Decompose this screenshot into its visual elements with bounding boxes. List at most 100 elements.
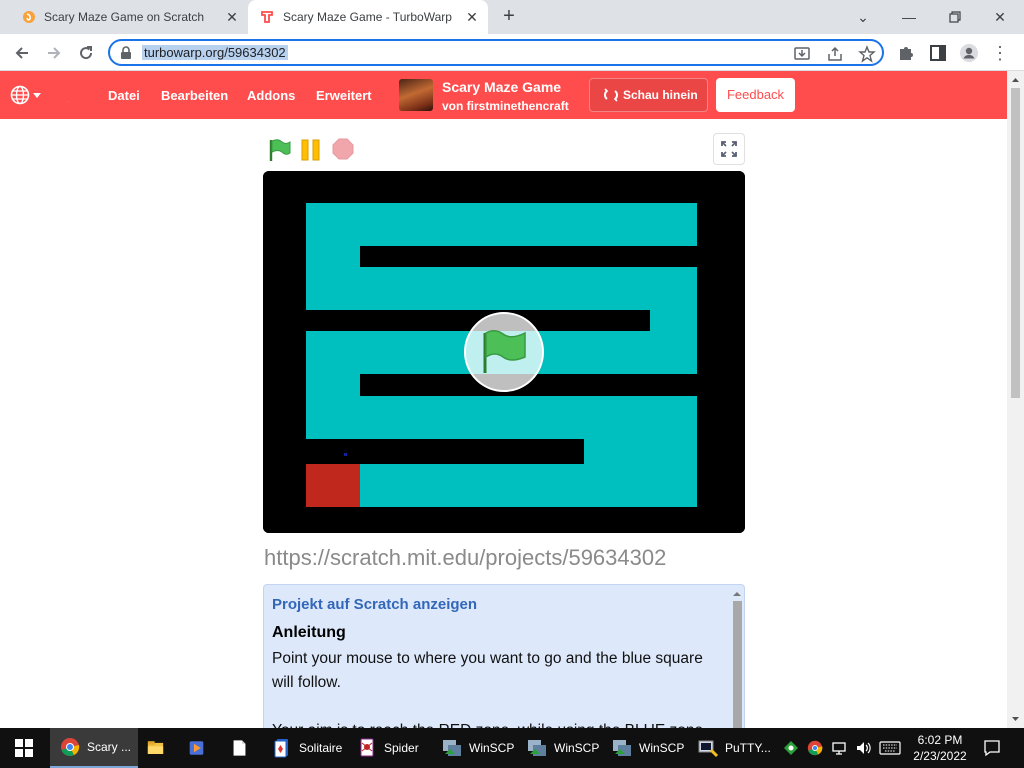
profile-avatar-icon[interactable]: [959, 43, 979, 63]
clock-date: 2/23/2022: [913, 749, 967, 763]
browser-menu-icon[interactable]: ⋮: [990, 43, 1010, 63]
scroll-up-icon[interactable]: [1007, 73, 1024, 87]
taskbar-label: PuTTY...: [725, 741, 771, 755]
tab-search-icon[interactable]: ⌄: [852, 6, 874, 28]
windows-start-icon[interactable]: [15, 739, 33, 757]
media-player-icon: [189, 741, 204, 755]
maze-corridor: [306, 203, 697, 246]
tab-title: Scary Maze Game on Scratch: [44, 10, 205, 24]
file-explorer-icon: [147, 741, 164, 754]
address-bar[interactable]: turbowarp.org/59634302: [108, 39, 884, 66]
spider-solitaire-icon: [360, 738, 374, 757]
stop-icon[interactable]: [332, 138, 354, 160]
instructions-text: Point your mouse to where you want to go…: [272, 650, 703, 691]
new-tab-button[interactable]: +: [498, 6, 520, 28]
reload-button[interactable]: [74, 41, 98, 65]
menu-edit[interactable]: Bearbeiten: [161, 88, 228, 103]
tab-strip: Scary Maze Game on Scratch ✕ Scary Maze …: [0, 0, 1024, 34]
tab-turbowarp[interactable]: Scary Maze Game - TurboWarp ✕: [248, 0, 488, 34]
lock-icon: [121, 46, 131, 59]
taskbar-winscp[interactable]: WinSCP: [612, 728, 688, 768]
maze-corridor: [650, 310, 697, 331]
clock-time: 6:02 PM: [917, 733, 963, 747]
project-title[interactable]: Scary Maze Game: [442, 79, 561, 95]
description-scrollbar[interactable]: [731, 587, 743, 733]
restore-button[interactable]: [944, 6, 966, 28]
taskbar-winscp[interactable]: WinSCP: [527, 728, 603, 768]
see-inside-button[interactable]: Schau hinein: [589, 78, 708, 112]
taskbar-solitaire[interactable]: Solitaire: [272, 728, 348, 768]
forward-button[interactable]: [42, 41, 66, 65]
close-tab-icon[interactable]: ✕: [464, 9, 480, 25]
tab-scratch[interactable]: Scary Maze Game on Scratch ✕: [8, 0, 248, 34]
scroll-up-icon[interactable]: [731, 589, 743, 599]
maze-corridor: [584, 439, 697, 464]
notifications-icon[interactable]: [983, 739, 1001, 757]
taskbar-document[interactable]: [231, 728, 255, 768]
scroll-down-icon[interactable]: [1007, 712, 1024, 726]
network-icon[interactable]: [831, 740, 847, 756]
taskbar-file-explorer[interactable]: [147, 728, 171, 768]
pause-icon[interactable]: [300, 139, 322, 161]
keyboard-icon[interactable]: [879, 741, 901, 755]
maze-corridor: [306, 396, 697, 439]
maze-corridor: [306, 246, 360, 310]
taskbar-putty[interactable]: PuTTY...: [698, 728, 774, 768]
feedback-button[interactable]: Feedback: [716, 78, 795, 112]
url-text[interactable]: turbowarp.org/59634302: [142, 45, 288, 60]
bookmark-star-icon[interactable]: [858, 45, 876, 63]
taskbar-label: WinSCP: [639, 741, 685, 755]
language-menu[interactable]: [10, 85, 44, 105]
taskbar-winscp[interactable]: WinSCP: [442, 728, 518, 768]
taskbar-clock[interactable]: 6:02 PM 2/23/2022: [909, 732, 971, 764]
player-controls: [263, 133, 745, 167]
back-button[interactable]: [10, 41, 34, 65]
menu-file[interactable]: Datei: [108, 88, 140, 103]
close-tab-icon[interactable]: ✕: [224, 9, 240, 25]
extensions-puzzle-icon[interactable]: [896, 43, 916, 63]
view-on-scratch-link[interactable]: Projekt auf Scratch anzeigen: [272, 596, 477, 613]
back-arrow-icon: [15, 47, 28, 59]
project-description-panel: Projekt auf Scratch anzeigen Anleitung P…: [263, 584, 745, 734]
side-panel-icon[interactable]: [928, 43, 948, 63]
forward-arrow-icon: [48, 47, 61, 59]
taskbar-media-player[interactable]: [188, 728, 212, 768]
maze-canvas: [263, 171, 745, 533]
taskbar-spider[interactable]: Spider: [357, 728, 423, 768]
project-author[interactable]: von firstminethencraft: [442, 99, 569, 113]
share-icon[interactable]: [826, 45, 844, 63]
fullscreen-button[interactable]: [713, 133, 745, 165]
page-scroll-thumb[interactable]: [1011, 88, 1020, 398]
scratch-project-url[interactable]: https://scratch.mit.edu/projects/5963430…: [264, 545, 666, 571]
theme-moon-icon[interactable]: [64, 86, 80, 104]
red-goal-zone: [306, 464, 360, 507]
project-thumbnail[interactable]: [399, 79, 433, 111]
close-window-button[interactable]: ✕: [989, 6, 1011, 28]
chrome-icon: [61, 738, 80, 756]
volume-icon[interactable]: [855, 740, 871, 756]
tray-chrome-icon[interactable]: [807, 740, 823, 756]
winscp-icon: [443, 740, 461, 756]
install-app-icon[interactable]: [793, 45, 811, 63]
taskbar-chrome[interactable]: Scary ...: [50, 728, 138, 768]
scratch-favicon-icon: [23, 11, 35, 23]
fullscreen-icon: [721, 141, 737, 157]
game-stage[interactable]: [263, 171, 745, 533]
menu-advanced[interactable]: Erweitert: [316, 88, 372, 103]
turbowarp-menu-bar: Datei Bearbeiten Addons Erweitert Scary …: [0, 71, 1007, 119]
menu-addons[interactable]: Addons: [247, 88, 295, 103]
page-scrollbar[interactable]: [1007, 71, 1024, 728]
solitaire-icon: [274, 739, 288, 758]
windows-taskbar: Scary ... Solitaire Spider WinSCP WinSCP…: [0, 728, 1024, 768]
minimize-button[interactable]: —: [898, 6, 920, 28]
tray-app-icon[interactable]: [783, 740, 799, 756]
browser-toolbar: turbowarp.org/59634302 ⋮: [0, 34, 1024, 71]
instructions-heading: Anleitung: [272, 624, 346, 641]
winscp-icon: [528, 740, 546, 756]
description-scroll-thumb[interactable]: [733, 601, 742, 731]
green-flag-icon[interactable]: [268, 138, 292, 162]
turbowarp-favicon-icon: [261, 11, 273, 23]
maze-corridor: [306, 464, 697, 507]
taskbar-label: WinSCP: [554, 741, 600, 755]
document-icon: [233, 740, 246, 756]
